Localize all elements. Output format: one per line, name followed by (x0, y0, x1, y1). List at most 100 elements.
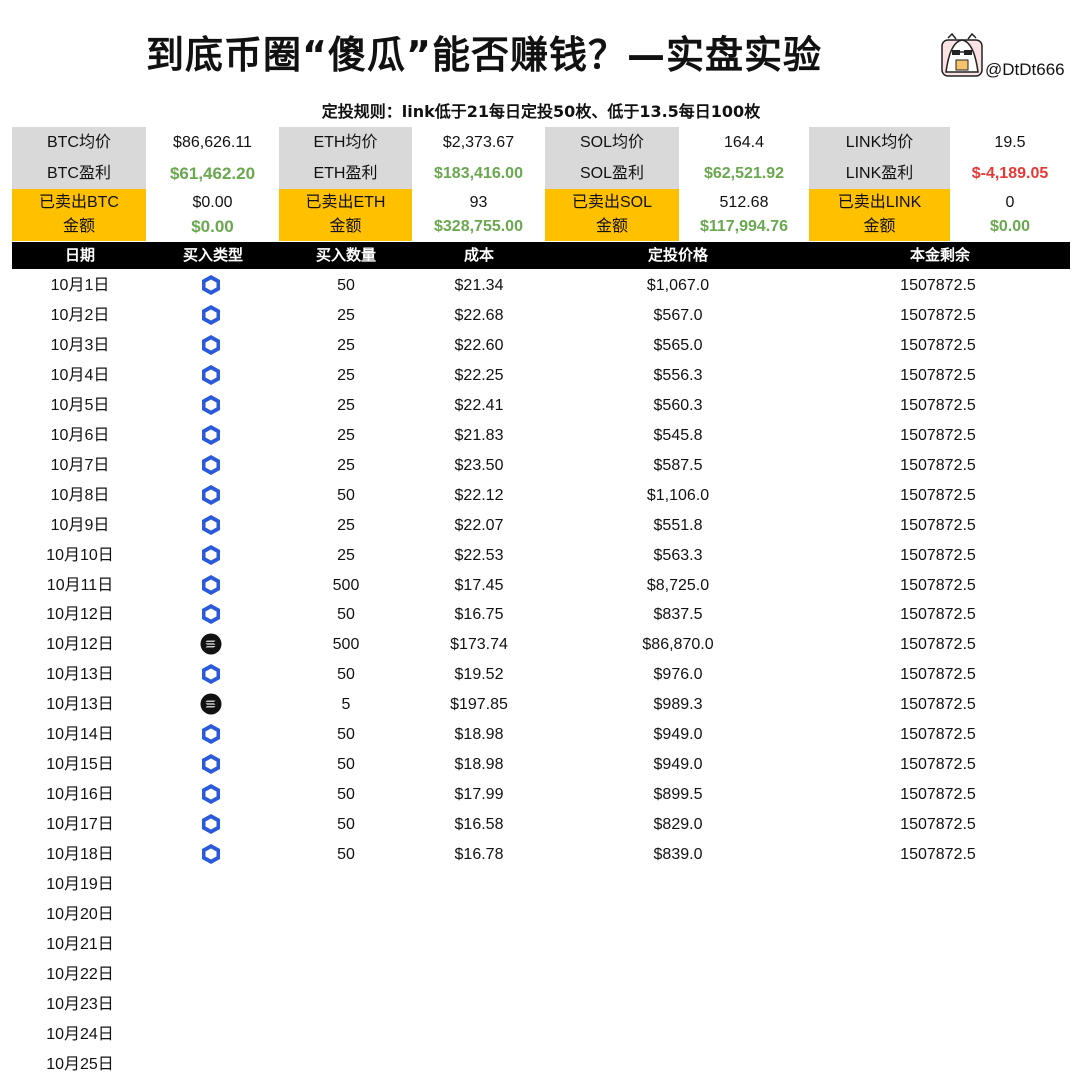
cell-cost: $22.07 (454, 516, 504, 534)
cell-invest-price: $560.3 (653, 396, 703, 414)
link-profit-value: $-4,189.05 (950, 158, 1070, 189)
cell-date: 10月17日 (46, 816, 114, 834)
cell-date: 10月12日 (46, 636, 114, 654)
link-icon (200, 424, 222, 446)
cell-remaining: 1507872.5 (900, 576, 976, 594)
author-handle: @DtDt666 (985, 60, 1065, 79)
investment-rule: 定投规则：link低于21每日定投50枚、低于13.5每日100枚 (321, 102, 761, 121)
cell-date: 10月2日 (50, 306, 110, 324)
cell-cost: $18.98 (454, 756, 504, 774)
cell-date: 10月7日 (50, 456, 110, 474)
sol-sold-label-line1: 已卖出SOL (571, 194, 653, 211)
link-icon (200, 484, 222, 506)
link-icon (200, 394, 222, 416)
cell-invest-price: $86,870.0 (642, 636, 714, 654)
cell-remaining: 1507872.5 (900, 366, 976, 384)
cell-cost: $17.99 (454, 786, 504, 804)
eth-sold-values: 93 $328,755.00 (412, 189, 545, 241)
btc-sold-amount: $0.00 (191, 217, 234, 236)
eth-sold-amount: $328,755.00 (434, 218, 523, 235)
link-icon (200, 753, 222, 775)
cell-invest-price: $567.0 (653, 306, 703, 324)
summary-row-sold: 已卖出BTC 金额 $0.00 $0.00 已卖出ETH 金额 93 $328,… (12, 189, 1070, 241)
cell-qty: 25 (337, 426, 355, 444)
link-icon (200, 813, 222, 835)
ghost-avatar-icon (941, 32, 983, 77)
link-sold-label-line1: 已卖出LINK (837, 194, 922, 211)
cell-qty: 50 (337, 277, 355, 294)
table-row: 10月4日 25 $22.25 $556.3 1507872.5 (0, 361, 1082, 391)
cell-remaining: 1507872.5 (900, 516, 976, 534)
eth-profit-label: ETH盈利 (279, 158, 412, 189)
link-sold-label: 已卖出LINK 金额 (809, 189, 950, 241)
cell-qty: 50 (337, 606, 355, 624)
cell-date: 10月23日 (46, 995, 114, 1013)
cell-cost: $16.58 (454, 816, 504, 834)
cell-invest-price: $837.5 (653, 606, 703, 624)
sol-icon (200, 693, 222, 715)
cell-qty: 50 (337, 786, 355, 804)
cell-invest-price: $556.3 (653, 366, 703, 384)
sol-profit-value: $62,521.92 (679, 158, 809, 189)
cell-date: 10月21日 (46, 935, 114, 953)
header-buy-type: 买入类型 (182, 246, 244, 264)
btc-avg-value: $86,626.11 (146, 127, 279, 158)
cell-date: 10月10日 (46, 546, 114, 564)
cell-cost: $197.85 (450, 696, 508, 714)
table-row: 10月24日 (0, 1020, 1082, 1050)
header-buy-qty: 买入数量 (315, 246, 377, 264)
link-avg-value: 19.5 (950, 127, 1070, 158)
table-row: 10月20日 (0, 900, 1082, 930)
cell-qty: 25 (337, 336, 355, 354)
cell-invest-price: $829.0 (653, 816, 703, 834)
header-remaining: 本金剩余 (909, 246, 971, 264)
cell-remaining: 1507872.5 (900, 756, 976, 774)
cell-invest-price: $8,725.0 (646, 576, 710, 594)
sol-sold-label-line2: 金额 (595, 218, 628, 235)
cell-remaining: 1507872.5 (900, 636, 976, 654)
cell-date: 10月24日 (46, 1025, 114, 1043)
cell-date: 10月16日 (46, 786, 114, 804)
table-row: 10月7日 25 $23.50 $587.5 1507872.5 (0, 451, 1082, 481)
sol-sold-values: 512.68 $117,994.76 (679, 189, 809, 241)
cell-date: 10月22日 (46, 965, 114, 983)
cell-invest-price: $1,067.0 (646, 277, 710, 294)
cell-remaining: 1507872.5 (900, 666, 976, 684)
link-icon (200, 843, 222, 865)
cell-date: 10月3日 (50, 336, 110, 354)
header-invest-price: 定投价格 (647, 246, 709, 264)
cell-invest-price: $899.5 (653, 786, 703, 804)
cell-qty: 25 (337, 366, 355, 384)
table-row: 10月14日 50 $18.98 $949.0 1507872.5 (0, 720, 1082, 750)
summary-row-profit: BTC盈利 $61,462.20 ETH盈利 $183,416.00 SOL盈利… (12, 158, 1070, 189)
cell-qty: 500 (332, 576, 360, 594)
link-icon (200, 514, 222, 536)
cell-invest-price: $839.0 (653, 846, 703, 864)
cell-cost: $16.78 (454, 846, 504, 864)
link-avg-label: LINK均价 (809, 127, 950, 158)
cell-cost: $173.74 (450, 636, 508, 654)
cell-qty: 25 (337, 396, 355, 414)
link-icon (200, 783, 222, 805)
table-row: 10月22日 (0, 960, 1082, 990)
cell-date: 10月19日 (46, 876, 114, 893)
sol-sold-amount: $117,994.76 (699, 218, 789, 235)
table-row: 10月25日 (0, 1050, 1082, 1080)
table-row: 10月1日 50 $21.34 $1,067.0 1507872.5 (0, 271, 1082, 301)
cell-invest-price: $551.8 (653, 516, 703, 534)
link-icon (200, 274, 222, 296)
cell-remaining: 1507872.5 (900, 336, 976, 354)
cell-cost: $21.34 (454, 277, 504, 294)
cell-invest-price: $587.5 (653, 456, 703, 474)
cell-invest-price: $976.0 (653, 666, 703, 684)
header-cost: 成本 (463, 246, 495, 264)
cell-cost: $22.25 (454, 366, 504, 384)
cell-date: 10月20日 (46, 905, 114, 923)
cell-cost: $22.12 (454, 486, 504, 504)
link-profit-label: LINK盈利 (809, 158, 950, 189)
cell-cost: $21.83 (454, 426, 504, 444)
header-date: 日期 (64, 246, 96, 264)
table-row: 10月16日 50 $17.99 $899.5 1507872.5 (0, 780, 1082, 810)
eth-profit-value: $183,416.00 (412, 158, 545, 189)
table-row: 10月13日 5 $197.85 $989.3 1507872.5 (0, 690, 1082, 720)
